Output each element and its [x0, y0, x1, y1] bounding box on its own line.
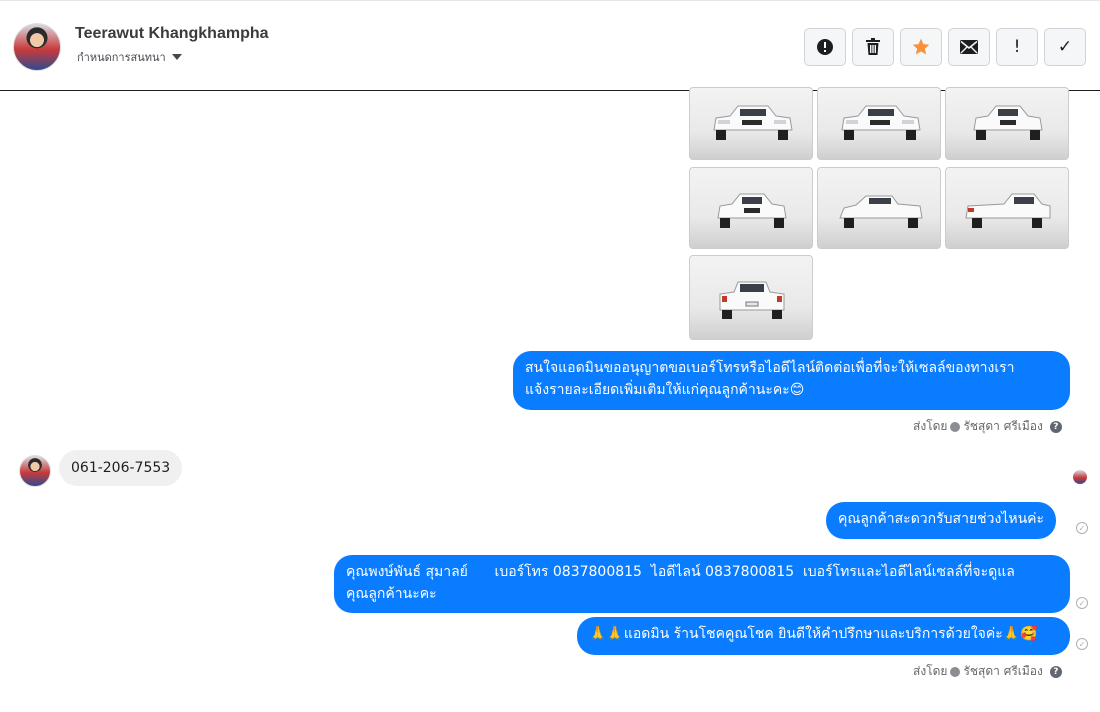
car-photo[interactable] — [689, 167, 813, 249]
exclamation-icon: ! — [1013, 37, 1021, 57]
sent-by-info: ส่งโดย รัชสุดา ศรีเมือง ? — [913, 417, 1062, 436]
outgoing-message[interactable]: สนใจแอดมินขออนุญาตขอเบอร์โทรหรือไอดีไลน์… — [513, 351, 1070, 410]
message-text-line: แจ้งรายละเอียดเพิ่มเติมให้แก่คุณลูกค้านะ… — [525, 382, 805, 398]
car-image — [841, 105, 921, 140]
conversation-toolbar: ! ✓ — [804, 28, 1086, 66]
done-button[interactable]: ✓ — [1044, 28, 1086, 66]
message-text-line: สนใจแอดมินขออนุญาตขอเบอร์โทรหรือไอดีไลน์… — [525, 360, 1015, 376]
sender-name[interactable]: รัชสุดา ศรีเมือง — [963, 417, 1042, 436]
message-text-line: คุณลูกค้านะคะ — [346, 586, 437, 602]
sent-check-icon: ✓ — [1076, 597, 1088, 609]
car-photo[interactable] — [817, 167, 941, 249]
conversation-header: Teerawut Khangkhampha กำหนดการสนทนา ! ✓ — [0, 0, 1100, 91]
outgoing-message[interactable]: 🙏🙏แอดมิน ร้านโชคคูณโชค ยินดีให้คำปรึกษาแ… — [577, 617, 1070, 655]
car-photo[interactable] — [817, 87, 941, 160]
car-image — [719, 281, 785, 319]
message-text: 061-206-7553 — [71, 460, 171, 476]
envelope-icon — [960, 40, 978, 54]
sent-check-icon: ✓ — [1076, 638, 1088, 650]
incoming-message[interactable]: 061-206-7553 — [59, 450, 183, 486]
car-image — [965, 193, 1051, 228]
delete-button[interactable] — [852, 28, 894, 66]
caret-down-icon — [171, 54, 182, 60]
alert-circle-icon — [817, 39, 833, 55]
car-photo[interactable] — [945, 87, 1069, 160]
outgoing-message[interactable]: คุณลูกค้าสะดวกรับสายช่วงไหนค่ะ — [826, 502, 1057, 539]
mark-unread-button[interactable] — [948, 28, 990, 66]
message-text: คุณลูกค้าสะดวกรับสายช่วงไหนค่ะ — [838, 511, 1045, 527]
car-image — [713, 105, 793, 140]
seen-avatar-icon — [1073, 470, 1087, 484]
sent-by-label: ส่งโดย — [913, 664, 948, 678]
message-text-line: คุณพงษ์พันธ์ สุมาลย์ เบอร์โทร 0837800815… — [346, 564, 1015, 580]
conversation-schedule-dropdown[interactable]: กำหนดการสนทนา — [77, 48, 182, 66]
spam-button[interactable] — [804, 28, 846, 66]
car-photo[interactable] — [689, 87, 813, 160]
help-icon[interactable]: ? — [1049, 420, 1062, 433]
important-button[interactable]: ! — [996, 28, 1038, 66]
sender-name[interactable]: รัชสุดา ศรีเมือง — [963, 662, 1042, 681]
star-button[interactable] — [900, 28, 942, 66]
outgoing-message[interactable]: คุณพงษ์พันธ์ สุมาลย์ เบอร์โทร 0837800815… — [334, 555, 1070, 613]
star-icon — [912, 38, 930, 55]
car-photo[interactable] — [689, 255, 813, 340]
checkmark-icon: ✓ — [1057, 37, 1073, 57]
car-photo[interactable] — [945, 167, 1069, 249]
sent-by-info: ส่งโดย รัชสุดา ศรีเมือง ? — [913, 662, 1062, 681]
agent-status-icon — [950, 421, 961, 432]
contact-avatar[interactable] — [13, 23, 61, 71]
car-image — [717, 193, 787, 228]
car-image — [839, 195, 923, 228]
trash-icon — [866, 38, 880, 55]
agent-status-icon — [950, 666, 961, 677]
contact-name[interactable]: Teerawut Khangkhampha — [75, 25, 269, 43]
car-image — [973, 105, 1043, 140]
help-icon[interactable]: ? — [1049, 665, 1062, 678]
sent-by-label: ส่งโดย — [913, 419, 948, 433]
message-text: 🙏🙏แอดมิน ร้านโชคคูณโชค ยินดีให้คำปรึกษาแ… — [589, 626, 1038, 642]
conversation-schedule-label: กำหนดการสนทนา — [77, 51, 166, 64]
contact-avatar-small[interactable] — [19, 455, 51, 487]
sent-check-icon: ✓ — [1076, 522, 1088, 534]
